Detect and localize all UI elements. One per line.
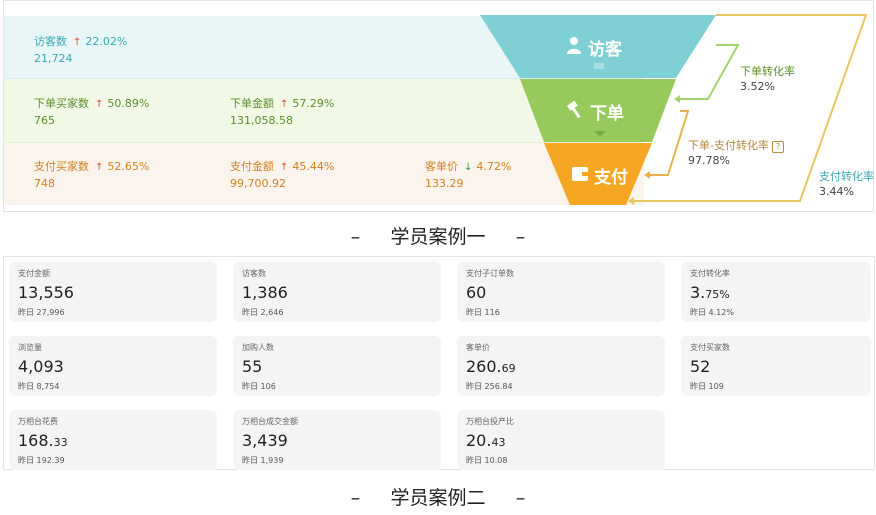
card-sub-orders: 支付子订单数 60 昨日 116 (457, 262, 665, 322)
card-visitors: 访客数 1,386 昨日 2,646 (233, 262, 441, 322)
card-ad-gmv: 万相台成交金额 3,439 昨日 1,939 (233, 410, 441, 470)
hammer-icon (566, 100, 584, 123)
card-pay-amount: 支付金额 13,556 昨日 27,996 (9, 262, 217, 322)
funnel-graphic (480, 14, 868, 205)
rate-order-conversion: 下单转化率 3.52% (740, 65, 795, 93)
card-pay-buyers: 支付买家数 52 昨日 109 (681, 336, 871, 396)
funnel-label-visitors: 访客 (566, 35, 622, 60)
wallet-icon (572, 166, 588, 186)
funnel-label-payment: 支付 (572, 163, 628, 188)
funnel-chevron-1 (594, 63, 604, 69)
help-icon[interactable]: ? (771, 141, 784, 153)
card-avg-order-value: 客单价 260.69 昨日 256.84 (457, 336, 665, 396)
rate-pay-conversion: 支付转化率 3.44% (819, 170, 874, 198)
card-add-to-cart: 加购人数 55 昨日 106 (233, 336, 441, 396)
funnel-panel: 访客数 ↑ 22.02% 21,724 下单买家数 ↑ 50.89% 765 下单金额 ↑… (3, 0, 874, 212)
rate-order-pay-conversion: 下单-支付转化率? 97.78% (688, 138, 784, 168)
person-icon (566, 36, 582, 59)
case1-caption: – 学员案例一 – (350, 226, 526, 248)
card-pageviews: 浏览量 4,093 昨日 8,754 (9, 336, 217, 396)
card-ad-roi: 万相台投产比 20.43 昨日 10.08 (457, 410, 665, 470)
funnel-label-orders: 下单 (566, 99, 624, 124)
case2-caption: – 学员案例二 – (350, 487, 526, 509)
card-pay-conversion: 支付转化率 3.75% 昨日 4.12% (681, 262, 871, 322)
metrics-panel: 支付金额 13,556 昨日 27,996 访客数 1,386 昨日 2,646… (3, 256, 875, 470)
card-ad-spend: 万相台花费 168.33 昨日 192.39 (9, 410, 217, 470)
